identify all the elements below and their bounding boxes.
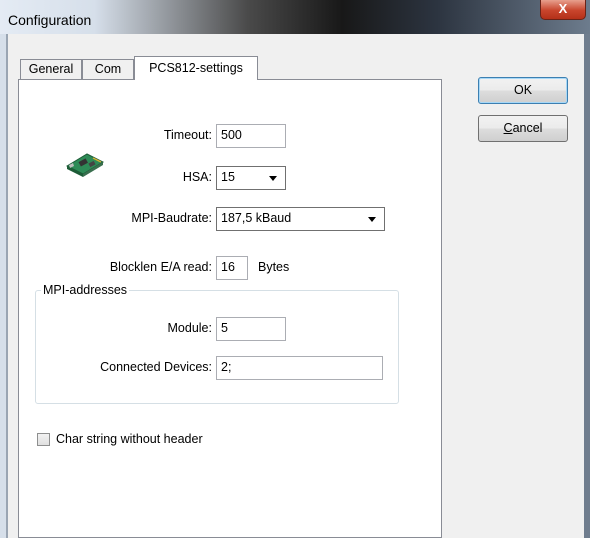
tab-general-label: General bbox=[28, 62, 74, 76]
tab-com-label: Com bbox=[94, 62, 122, 76]
module-value: 5 bbox=[221, 321, 228, 335]
tab-pcs812-settings[interactable]: PCS812-settings bbox=[134, 56, 258, 80]
connected-devices-input[interactable]: 2; bbox=[216, 356, 383, 380]
connected-devices-value: 2; bbox=[221, 360, 232, 374]
timeout-input[interactable]: 500 bbox=[216, 124, 286, 148]
hsa-label: HSA: bbox=[182, 170, 212, 184]
mpi-baudrate-label: MPI-Baudrate: bbox=[131, 211, 212, 225]
hsa-value: 15 bbox=[221, 170, 235, 184]
char-string-checkbox[interactable] bbox=[37, 433, 50, 446]
timeout-label: Timeout: bbox=[163, 128, 212, 142]
mpi-baudrate-select[interactable]: 187,5 kBaud bbox=[216, 207, 385, 231]
module-label: Module: bbox=[167, 321, 212, 335]
mpi-addresses-title: MPI-addresses bbox=[41, 283, 130, 297]
chevron-down-icon bbox=[368, 217, 376, 222]
tab-pcs812-settings-label: PCS812-settings bbox=[149, 61, 243, 75]
title-bar: Configuration bbox=[0, 0, 590, 34]
char-string-label[interactable]: Char string without header bbox=[56, 432, 203, 446]
module-input[interactable]: 5 bbox=[216, 317, 286, 341]
cancel-button[interactable]: Cancel bbox=[478, 115, 568, 142]
ok-button[interactable]: OK bbox=[478, 77, 568, 104]
blocklen-value: 16 bbox=[221, 260, 235, 274]
close-button[interactable]: X bbox=[540, 0, 586, 20]
mpi-addresses-group bbox=[35, 290, 399, 404]
blocklen-label: Blocklen E/A read: bbox=[109, 260, 212, 274]
cancel-label-rest: ancel bbox=[512, 121, 543, 135]
tab-general[interactable]: General bbox=[20, 59, 82, 79]
connected-devices-label: Connected Devices: bbox=[100, 360, 212, 374]
timeout-value: 500 bbox=[221, 128, 242, 142]
ok-button-label: OK bbox=[513, 83, 533, 97]
window-title: Configuration bbox=[8, 12, 92, 28]
chevron-down-icon bbox=[269, 176, 277, 181]
tab-com[interactable]: Com bbox=[82, 59, 134, 79]
cancel-button-label: Cancel bbox=[504, 121, 543, 135]
hsa-select[interactable]: 15 bbox=[216, 166, 286, 190]
blocklen-unit: Bytes bbox=[258, 260, 290, 274]
tab-panel-pcs812: Timeout: 500 HSA: 15 MPI-Baudrate: 187,5… bbox=[18, 79, 442, 538]
mpi-baudrate-value: 187,5 kBaud bbox=[221, 211, 292, 225]
dialog-client-area: General Com PCS812-settings Timeout: 500… bbox=[8, 34, 584, 538]
blocklen-input[interactable]: 16 bbox=[216, 256, 248, 280]
close-icon: X bbox=[558, 1, 568, 16]
window-frame-right bbox=[584, 34, 590, 538]
cancel-accelerator: C bbox=[503, 121, 513, 135]
